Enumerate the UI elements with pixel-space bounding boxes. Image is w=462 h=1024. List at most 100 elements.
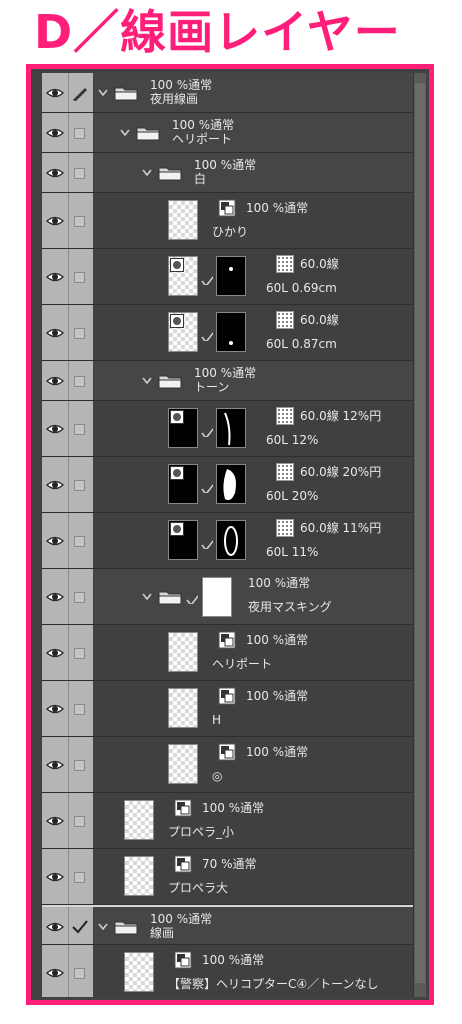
layer-thumbnail [168,200,198,240]
layer-body: 100 %通常 【警察】ヘリコプターC④／トーンなし [94,945,414,997]
lock-checkbox[interactable] [74,872,85,883]
layer-folder-row[interactable]: 100 %通常 ヘリポート [42,113,414,153]
eye-icon[interactable] [46,647,64,659]
layer-mask-thumbnail [216,464,246,504]
tone-pattern-icon [276,407,294,425]
layer-row[interactable]: 60.0線 20%円 60L 20% [42,457,414,513]
eye-icon[interactable] [46,327,64,339]
layer-tone-label: 60.0線 11%円 [300,521,382,535]
layer-name: 夜用線画 [150,92,199,106]
lock-checkbox[interactable] [74,328,85,339]
lock-checkbox[interactable] [74,816,85,827]
layer-blend-label: 100 %通常 [246,745,309,759]
lock-checkbox[interactable] [74,968,85,979]
scrollbar-thumb[interactable] [415,83,425,983]
layer-folder-row[interactable]: 100 %通常白 [42,153,414,193]
layer-blend-label: 100 %通常 [202,953,265,967]
eye-icon[interactable] [46,423,64,435]
scrollbar[interactable] [413,73,426,997]
layer-body: 100 %通常 H [94,681,414,736]
layer-row[interactable]: 100 %通常 ヘリポート [42,625,414,681]
layer-name: 60L 12% [266,433,319,447]
lock-checkbox[interactable] [74,760,85,771]
layer-row[interactable]: 60.0線 12%円 60L 12% [42,401,414,457]
lock-checkbox[interactable] [74,424,85,435]
mask-shape [229,267,233,271]
eye-icon[interactable] [46,167,64,179]
layer-body: 60.0線 11%円 60L 11% [94,513,414,568]
mask-shape [229,341,233,345]
lock-checkbox[interactable] [74,376,85,387]
layer-mask-thumbnail [216,256,246,296]
layer-row[interactable]: 100 %通常 【警察】ヘリコプターC④／トーンなし [42,945,414,997]
layer-folder-row[interactable]: 100 %通常 線画 [42,905,414,945]
mask-thumbnail [202,577,232,617]
layer-body: 60.0線 60L 0.69cm [94,249,414,304]
eye-icon[interactable] [46,703,64,715]
lock-checkbox[interactable] [74,272,85,283]
eye-icon[interactable] [46,271,64,283]
layer-name: 夜用マスキング [248,600,332,614]
layer-name: H [212,713,222,727]
layer-row[interactable]: 100 %通常 H [42,681,414,737]
eye-icon[interactable] [46,535,64,547]
eye-icon[interactable] [46,921,64,933]
lock-checkbox[interactable] [74,592,85,603]
tone-pattern-icon [276,463,294,481]
layer-row[interactable]: 60.0線 60L 0.69cm [42,249,414,305]
folder-icon [158,375,182,389]
eye-icon[interactable] [46,87,64,99]
layer-row[interactable]: 60.0線 11%円 60L 11% [42,513,414,569]
layer-folder-row[interactable]: 100 %通常 夜用線画 [42,73,414,113]
tone-pattern-icon [276,255,294,273]
eye-icon[interactable] [46,375,64,387]
layer-row[interactable]: 100 %通常 プロペラ_小 [42,793,414,849]
raster-layer-icon [174,855,192,873]
raster-layer-icon [218,199,236,217]
layer-mask-thumbnail [216,312,246,352]
layer-body: 100 %通常 プロペラ_小 [94,793,414,848]
layer-mask-thumbnail [216,408,246,448]
layer-blend-label: 100 %通常 [172,118,235,132]
eye-icon[interactable] [46,479,64,491]
mask-link-icon [201,427,213,437]
layer-row[interactable]: 100 %通常 ひかり [42,193,414,249]
raster-layer-icon [218,631,236,649]
layer-thumbnail [124,952,154,992]
eye-icon[interactable] [46,215,64,227]
eye-icon[interactable] [46,967,64,979]
layer-folder-row[interactable]: 100 %通常 夜用マスキング [42,569,414,625]
layer-body: 100 %通常 夜用マスキング [94,569,414,624]
tone-icon [170,314,184,328]
layer-body: 70 %通常 プロペラ大 [94,849,414,904]
eye-icon[interactable] [46,871,64,883]
layer-blend-label: 100 %通常 [150,78,213,92]
lock-checkbox[interactable] [74,480,85,491]
tone-pattern-icon [276,519,294,537]
chevron-down-icon [142,593,152,601]
eye-icon[interactable] [46,815,64,827]
eye-icon[interactable] [46,127,64,139]
layer-name: 60L 0.87cm [266,337,337,351]
lock-checkbox[interactable] [74,216,85,227]
layer-blend-label: 100 %通常 [194,366,257,380]
layer-name: ヘリポート [172,132,233,146]
lock-checkbox[interactable] [74,168,85,179]
layer-row[interactable]: 70 %通常 プロペラ大 [42,849,414,905]
eye-icon[interactable] [46,591,64,603]
eye-icon[interactable] [46,759,64,771]
lock-checkbox[interactable] [74,536,85,547]
lock-checkbox[interactable] [74,128,85,139]
layer-name: ◎ [212,769,223,783]
layer-name: 60L 20% [266,489,319,503]
layer-thumbnail [168,520,198,560]
layer-row[interactable]: 100 %通常 ◎ [42,737,414,793]
layer-body: 100 %通常 トーン [94,361,414,400]
layer-tone-label: 60.0線 12%円 [300,409,382,423]
lock-checkbox[interactable] [74,648,85,659]
layer-blend-label: 100 %通常 [246,201,309,215]
raster-layer-icon [218,687,236,705]
layer-row[interactable]: 60.0線 60L 0.87cm [42,305,414,361]
layer-folder-row[interactable]: 100 %通常 トーン [42,361,414,401]
lock-checkbox[interactable] [74,704,85,715]
